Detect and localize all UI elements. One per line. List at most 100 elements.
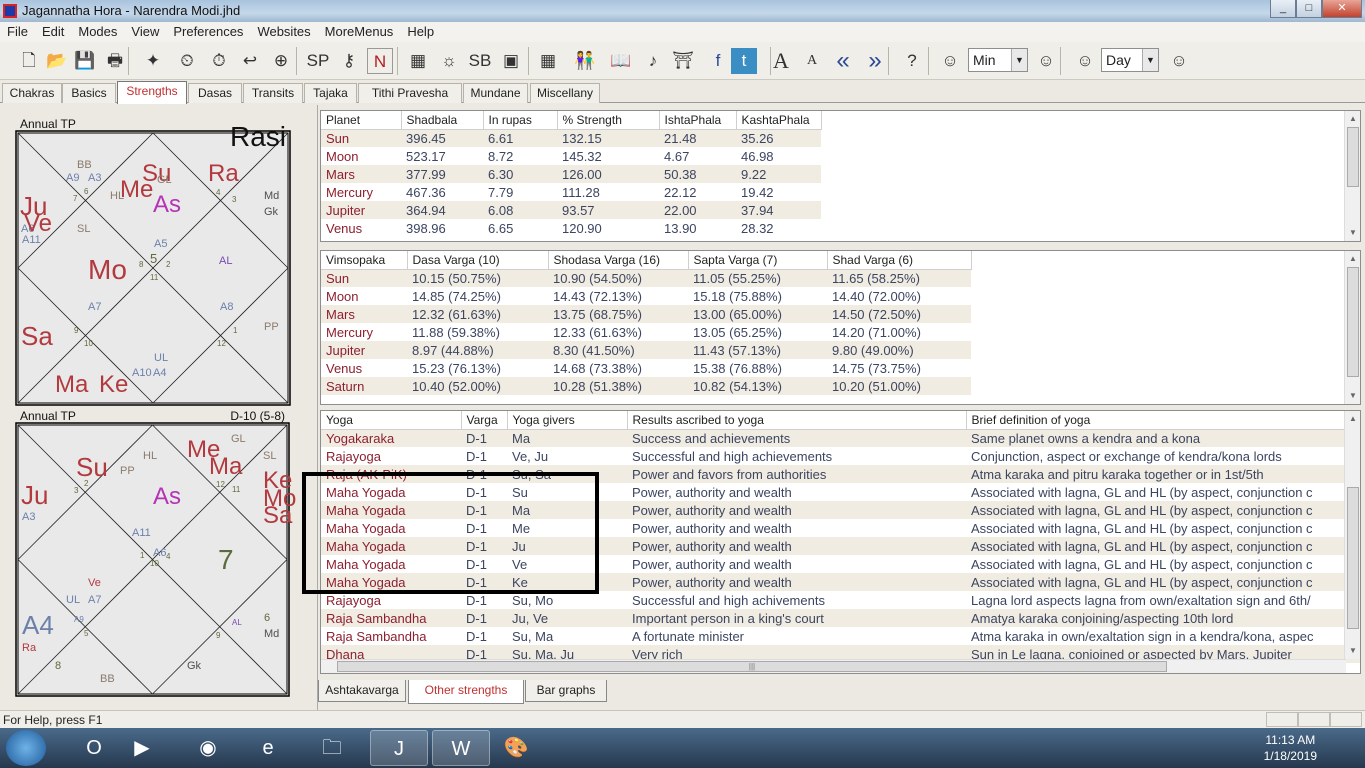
column-header-dasa-varga-10[interactable]: Dasa Varga (10) [407, 251, 549, 270]
scroll-thumb[interactable] [1347, 487, 1359, 629]
table-row[interactable]: Sun 10.15 (50.75%) 10.90 (54.50%) 11.05 (55… [321, 269, 971, 287]
bottom-tab-bar-graphs[interactable]: Bar graphs [525, 680, 607, 702]
table-row[interactable]: Jupiter 8.97 (44.88%) 8.30 (41.50%) 11.43 (… [321, 341, 971, 359]
column-header-sapta-varga-7[interactable]: Sapta Varga (7) [688, 251, 828, 270]
scroll-thumb[interactable] [1347, 127, 1359, 187]
font-larger-icon[interactable]: A [768, 48, 794, 74]
help-icon[interactable]: ? [899, 48, 925, 74]
column-header-shad-varga-6[interactable]: Shad Varga (6) [827, 251, 972, 270]
k-square-icon[interactable]: ▣ [498, 48, 524, 74]
sp-kh-icon[interactable]: SP [305, 48, 331, 74]
yoga-vscrollbar[interactable]: ▲ ▼ [1344, 411, 1360, 659]
scroll-up-icon[interactable]: ▲ [1345, 111, 1360, 127]
column-header-shadbala[interactable]: Shadbala [401, 111, 484, 130]
tab-strengths[interactable]: Strengths [117, 81, 187, 104]
table-row[interactable]: Mars 12.32 (61.63%) 13.75 (68.75%) 13.00 (6… [321, 305, 971, 323]
paint-icon[interactable]: 🎨 [494, 730, 538, 766]
save-icon[interactable]: 💾 [72, 48, 98, 74]
tab-chakras[interactable]: Chakras [2, 83, 62, 103]
tab-transits[interactable]: Transits [243, 83, 303, 103]
data-clock-icon[interactable]: ⏲ [174, 48, 200, 74]
ie-icon[interactable]: e [246, 730, 290, 766]
scroll-thumb[interactable] [1347, 267, 1359, 377]
bottom-tab-ashtakavarga[interactable]: Ashtakavarga [318, 680, 406, 702]
hscroll-thumb[interactable]: ||| [337, 661, 1167, 672]
menu-moremenus[interactable]: MoreMenus [318, 22, 401, 39]
table-row[interactable]: Raja Sambandha D-1 Ju, Ve Important person … [321, 609, 1360, 627]
print-icon[interactable]: 🖶 [102, 48, 128, 74]
chrome-icon[interactable]: ◉ [186, 730, 230, 766]
tab-basics[interactable]: Basics [62, 83, 116, 103]
d10-chart[interactable]: Annual TP D-10 (5-8)GLHLPPSLSu23MeMa1211J… [15, 409, 296, 697]
menu-modes[interactable]: Modes [71, 22, 124, 39]
scroll-down-icon[interactable]: ▼ [1345, 388, 1360, 404]
step-forward-2-icon[interactable]: ☺ [1166, 48, 1192, 74]
font-smaller-icon[interactable]: A [799, 48, 825, 74]
jhora-icon[interactable]: J [370, 730, 428, 766]
dancer-icon[interactable]: ♪ [640, 48, 666, 74]
minimize-button[interactable]: _ [1270, 0, 1296, 18]
column-header-strength[interactable]: % Strength [557, 111, 660, 130]
step-unit-select-1[interactable]: Min ▼ [968, 48, 1028, 72]
tab-tajaka[interactable]: Tajaka [304, 83, 357, 103]
facebook-icon[interactable]: f [705, 48, 731, 74]
step-back-icon[interactable]: ☺ [937, 48, 963, 74]
forward-icon[interactable]: » [862, 48, 888, 74]
chart-logo-icon[interactable]: ✦ [140, 48, 166, 74]
temple-icon[interactable]: ⛩ [670, 48, 696, 74]
table-row[interactable]: Sun 396.45 6.61 132.15 21.48 35.26 [321, 129, 821, 147]
column-header-yoga-givers[interactable]: Yoga givers [507, 411, 628, 430]
word-icon[interactable]: W [432, 730, 490, 766]
time-back-icon[interactable]: ⏱ [206, 48, 232, 74]
menu-edit[interactable]: Edit [35, 22, 71, 39]
explorer-icon[interactable]: 🗀 [310, 730, 354, 766]
tab-dasas[interactable]: Dasas [188, 83, 242, 103]
column-header-ishtaphala[interactable]: IshtaPhala [659, 111, 737, 130]
rewind-icon[interactable]: « [830, 48, 856, 74]
table-row[interactable]: Saturn 10.40 (52.00%) 10.28 (51.38%) 10.82 … [321, 377, 971, 395]
open-folder-icon[interactable]: 📂 [44, 48, 70, 74]
column-header-results-ascribed-to-yoga[interactable]: Results ascribed to yoga [627, 411, 967, 430]
menu-file[interactable]: File [0, 22, 35, 39]
sb-icon[interactable]: SB [467, 48, 493, 74]
yoga-hscrollbar[interactable]: ||| [321, 659, 1346, 673]
new-file-icon[interactable]: 🗋 [16, 48, 42, 74]
column-header-in-rupas[interactable]: In rupas [483, 111, 558, 130]
menu-help[interactable]: Help [400, 22, 441, 39]
shadbala-scrollbar[interactable]: ▲ ▼ [1344, 111, 1360, 241]
table-row[interactable]: Mercury 467.36 7.79 111.28 22.12 19.42 [321, 183, 821, 201]
scroll-up-icon[interactable]: ▲ [1345, 411, 1360, 427]
column-header-yoga[interactable]: Yoga [321, 411, 462, 430]
twitter-icon[interactable]: t [731, 48, 757, 74]
step-unit-select-2[interactable]: Day ▼ [1101, 48, 1159, 72]
grid-chart-icon[interactable]: ▦ [405, 48, 431, 74]
column-header-brief-definition-of-yoga[interactable]: Brief definition of yoga [966, 411, 1360, 430]
close-button[interactable]: ✕ [1322, 0, 1362, 18]
couple-icon[interactable]: 👫 [572, 48, 598, 74]
media-player-icon[interactable]: ▶ [120, 730, 164, 766]
key-k-icon[interactable]: ⚷ [336, 48, 362, 74]
b-grid-icon[interactable]: ▦ [535, 48, 561, 74]
table-row[interactable]: Moon 523.17 8.72 145.32 4.67 46.98 [321, 147, 821, 165]
table-row[interactable]: Venus 398.96 6.65 120.90 13.90 28.32 [321, 219, 821, 237]
step-back-2-icon[interactable]: ☺ [1072, 48, 1098, 74]
scroll-down-icon[interactable]: ▼ [1345, 643, 1360, 659]
menu-preferences[interactable]: Preferences [166, 22, 250, 39]
table-row[interactable]: Yogakaraka D-1 Ma Success and achievements S… [321, 429, 1360, 447]
book-icon[interactable]: 📖 [608, 48, 634, 74]
sun-k-icon[interactable]: ☼ [436, 48, 462, 74]
column-header-varga[interactable]: Varga [461, 411, 508, 430]
column-header-shodasa-varga-16[interactable]: Shodasa Varga (16) [548, 251, 689, 270]
column-header-vimsopaka[interactable]: Vimsopaka [321, 251, 408, 270]
tab-mundane[interactable]: Mundane [463, 83, 528, 103]
table-row[interactable]: Rajayoga D-1 Ve, Ju Successful and high ach… [321, 447, 1360, 465]
maximize-button[interactable]: □ [1296, 0, 1322, 18]
table-row[interactable]: Jupiter 364.94 6.08 93.57 22.00 37.94 [321, 201, 821, 219]
clock[interactable]: 11:13 AM 1/18/2019 [1264, 732, 1317, 764]
step-forward-icon[interactable]: ☺ [1033, 48, 1059, 74]
column-header-planet[interactable]: Planet [321, 111, 402, 130]
vimsopaka-scrollbar[interactable]: ▲ ▼ [1344, 251, 1360, 404]
table-row[interactable]: Venus 15.23 (76.13%) 14.68 (73.38%) 15.38 (… [321, 359, 971, 377]
table-row[interactable]: Mars 377.99 6.30 126.00 50.38 9.22 [321, 165, 821, 183]
scroll-up-icon[interactable]: ▲ [1345, 251, 1360, 267]
